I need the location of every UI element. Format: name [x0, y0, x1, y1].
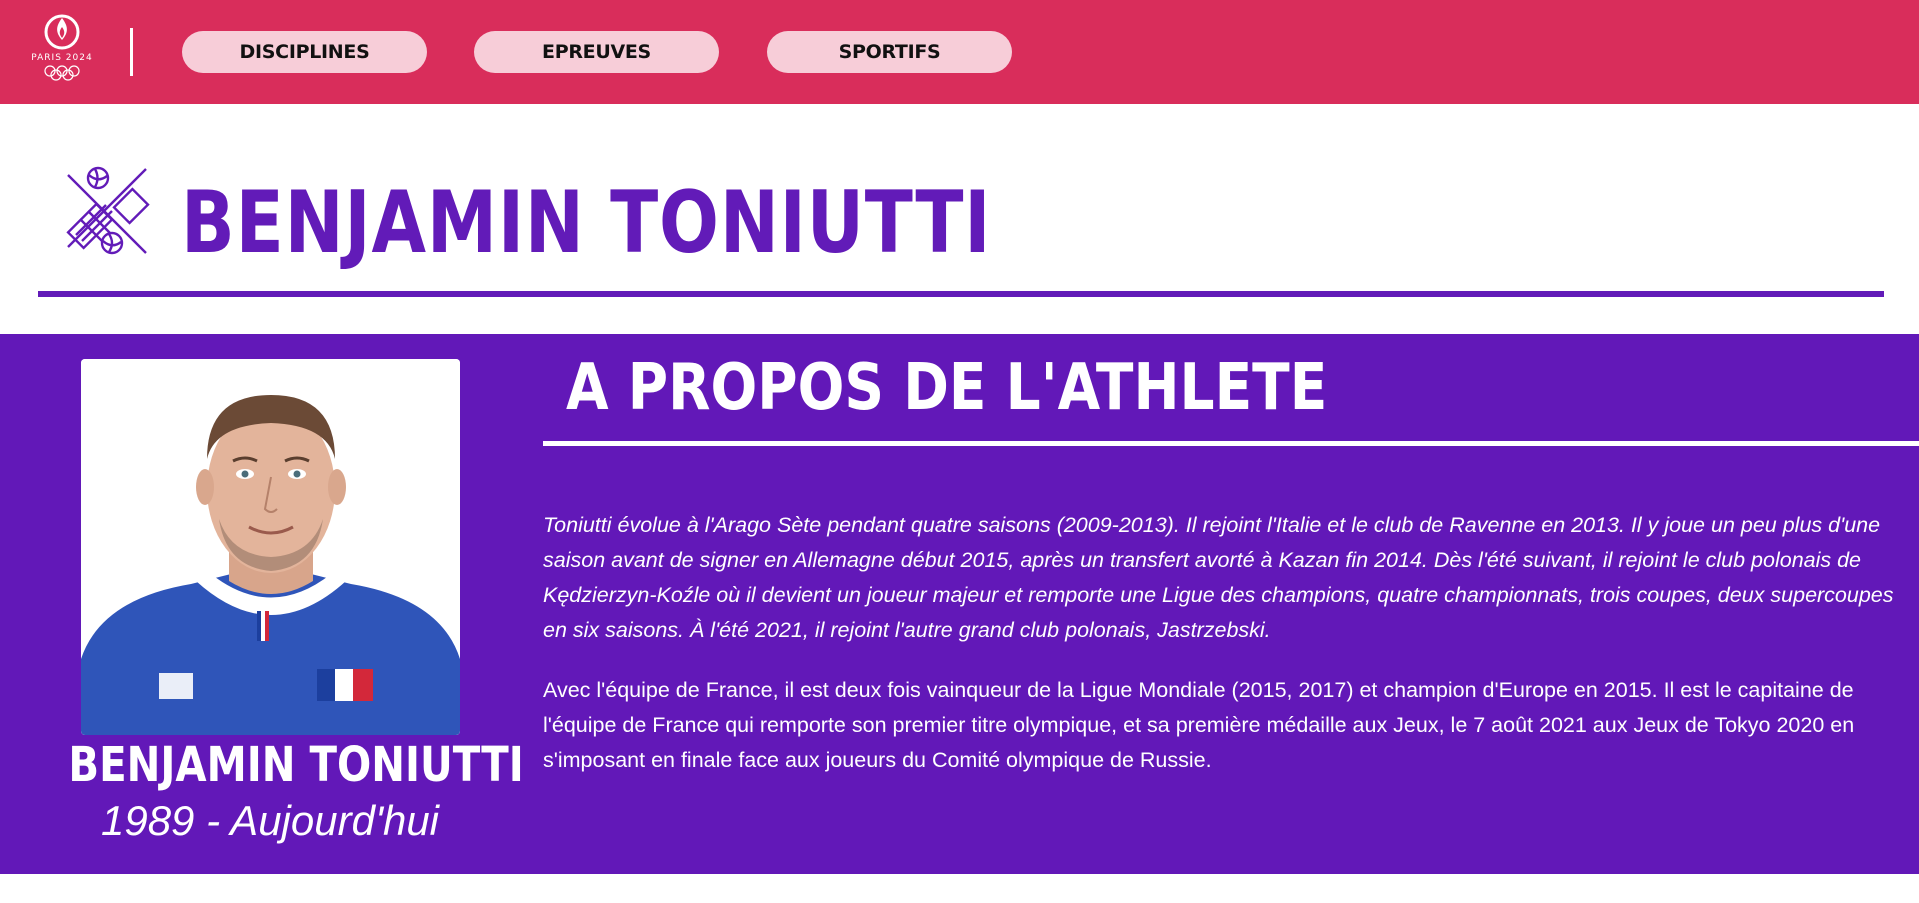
about-section-heading: A PROPOS DE L'ATHLETE — [566, 351, 1328, 425]
nav-disciplines-button[interactable]: DISCIPLINES — [182, 31, 427, 73]
athlete-portrait-icon — [81, 359, 460, 735]
logo-text: PARIS 2024 — [31, 53, 93, 63]
nav-epreuves-button[interactable]: EPREUVES — [474, 31, 719, 73]
header-divider — [130, 28, 133, 76]
paris-2024-logo[interactable]: PARIS 2024 — [26, 10, 98, 88]
title-underline — [38, 291, 1884, 297]
top-navigation-bar: PARIS 2024 DISCIPLINES EPREUVES SPORTIFS — [0, 0, 1919, 104]
athlete-photo — [81, 359, 460, 735]
about-heading-underline — [543, 441, 1919, 446]
olympic-rings-icon — [44, 65, 80, 81]
athlete-card-name: BENJAMIN TONIUTTI — [68, 737, 524, 793]
athlete-page-title: BENJAMIN TONIUTTI — [181, 173, 992, 273]
nav-sportifs-button[interactable]: SPORTIFS — [767, 31, 1012, 73]
about-paragraph-club-career: Toniutti évolue à l'Arago Sète pendant q… — [543, 513, 1894, 642]
about-paragraph-national-team: Avec l'équipe de France, il est deux foi… — [543, 678, 1855, 772]
athlete-card-years: 1989 - Aujourd'hui — [100, 797, 440, 844]
volleyball-icon — [66, 166, 150, 255]
olympic-flame-icon — [44, 14, 80, 50]
